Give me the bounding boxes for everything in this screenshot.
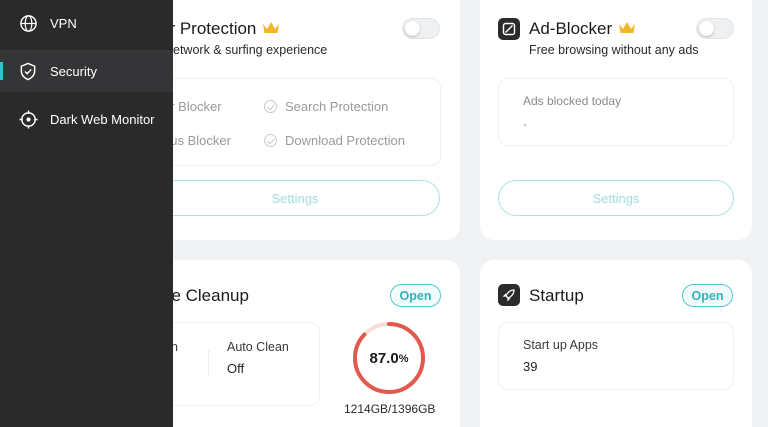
- browser-protection-subtitle: etwork & surfing experience: [173, 43, 328, 57]
- ad-blocker-app-icon: [498, 18, 520, 40]
- sidebar-item-label: Security: [50, 63, 97, 79]
- shield-icon: [18, 61, 38, 81]
- sidebar-item-vpn[interactable]: VPN: [0, 2, 173, 44]
- protection-features-box: er Blocker Search Protection ous Blocker…: [150, 78, 441, 166]
- sidebar-item-label: Dark Web Monitor: [50, 111, 155, 127]
- browser-protection-settings-button[interactable]: Settings: [150, 180, 440, 216]
- ad-blocker-card: Ad-Blocker Free browsing without any ads…: [480, 0, 752, 240]
- feature-search-protection: Search Protection: [264, 99, 388, 114]
- startup-stats-box: Start up Apps 39: [498, 322, 734, 390]
- ad-blocker-title: Ad-Blocker: [529, 19, 636, 39]
- ads-blocked-label: Ads blocked today: [523, 94, 622, 108]
- startup-open-button[interactable]: Open: [682, 284, 733, 307]
- storage-stats-box: n Auto Clean Off: [150, 322, 320, 406]
- sidebar-item-dark-web-monitor[interactable]: Dark Web Monitor: [0, 98, 173, 140]
- disk-usage-gauge: 87.0%: [351, 320, 427, 396]
- rocket-icon: [502, 289, 515, 302]
- gauge-percent: 87.0%: [369, 349, 409, 367]
- feature-malicious-blocker: ous Blocker: [163, 133, 231, 148]
- crown-icon: [619, 22, 636, 33]
- auto-clean-label: Auto Clean: [227, 340, 289, 354]
- startup-apps-value: 39: [523, 359, 538, 374]
- globe-icon: [18, 13, 38, 33]
- browser-protection-toggle[interactable]: [402, 18, 440, 39]
- startup-card: Startup Open Start up Apps 39: [480, 260, 752, 427]
- active-indicator: [0, 62, 3, 80]
- toggle-knob: [405, 21, 420, 36]
- browser-protection-card: er Protection etwork & surfing experienc…: [130, 0, 460, 240]
- ad-blocker-toggle[interactable]: [696, 18, 734, 39]
- check-icon: [264, 100, 277, 113]
- storage-cleanup-open-button[interactable]: Open: [390, 284, 441, 307]
- ad-blocker-subtitle: Free browsing without any ads: [529, 43, 699, 57]
- feature-download-protection: Download Protection: [264, 133, 405, 148]
- storage-cleanup-title: ge Cleanup: [162, 286, 249, 305]
- toggle-knob: [699, 21, 714, 36]
- sidebar: VPN Security Dark Web Monitor: [0, 0, 173, 427]
- check-icon: [264, 134, 277, 147]
- auto-clean-value: Off: [227, 361, 245, 376]
- stats-divider: [208, 350, 209, 376]
- startup-apps-label: Start up Apps: [523, 338, 599, 352]
- browser-protection-title: er Protection: [160, 19, 280, 39]
- crown-icon: [263, 22, 280, 33]
- ads-blocked-box: Ads blocked today -: [498, 78, 734, 146]
- storage-cleanup-card: ge Cleanup Open n Auto Clean Off 87.0% 1…: [130, 260, 460, 427]
- ad-blocker-icon: [502, 22, 516, 36]
- sidebar-item-security[interactable]: Security: [0, 50, 173, 92]
- ad-blocker-settings-button[interactable]: Settings: [498, 180, 734, 216]
- crosshair-icon: [18, 109, 38, 129]
- startup-title: Startup: [529, 286, 584, 305]
- startup-app-icon: [498, 284, 520, 306]
- ads-blocked-value: -: [523, 117, 527, 131]
- disk-usage-text: 1214GB/1396GB: [344, 402, 436, 416]
- sidebar-item-label: VPN: [50, 15, 77, 31]
